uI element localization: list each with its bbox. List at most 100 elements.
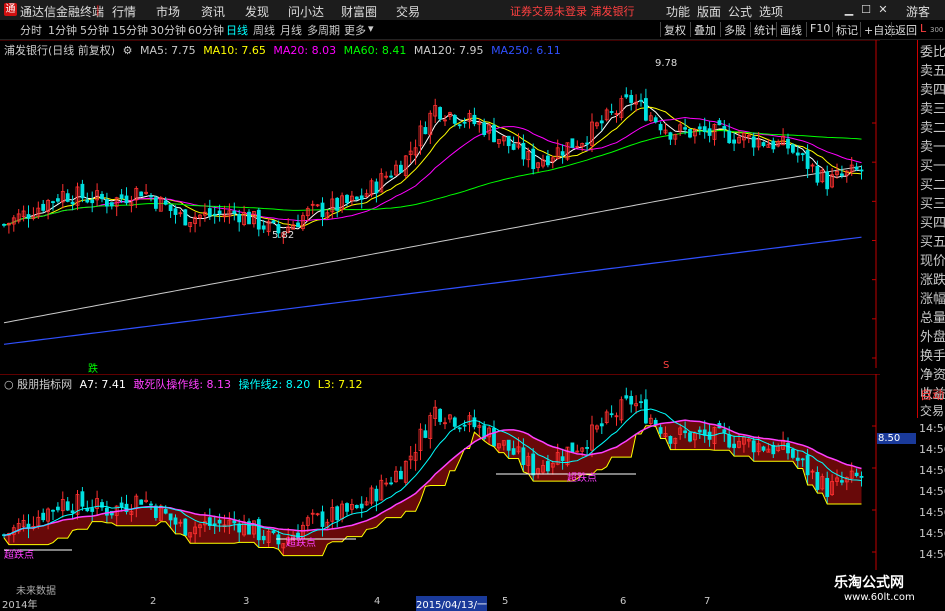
menu-item-zixun[interactable]: 资讯	[201, 3, 225, 20]
menu-item-wenxiaoda[interactable]: 问小达	[288, 3, 324, 20]
sub-candle-body	[423, 430, 428, 438]
circle-icon: ○	[4, 378, 14, 391]
menu-item-jiaoyi[interactable]: 交易	[396, 3, 420, 20]
menu-separator: |	[96, 3, 100, 16]
multi-stock-button[interactable]: 多股	[720, 22, 746, 37]
add-watchlist-button[interactable]: +自选	[860, 22, 895, 37]
date-axis-label: 3	[243, 596, 250, 607]
menu-item-shichang[interactable]: 市场	[156, 3, 180, 20]
ma20-label: MA20: 8.03	[273, 44, 337, 57]
tab-auto[interactable]: 自动	[920, 386, 944, 403]
main-kline-chart[interactable]: 9.008.007.006.005.004.003.00	[0, 40, 880, 368]
sub-candle-body	[800, 458, 805, 461]
sub-candle-body	[658, 427, 663, 434]
candle-body	[398, 164, 403, 173]
candle-body	[702, 126, 707, 133]
sub-candle-body	[168, 513, 173, 521]
sub-indicator-chart[interactable]: 9.008.007.006.00	[0, 374, 880, 596]
candle-body	[153, 197, 158, 209]
ma10-line	[3, 106, 862, 227]
mark-button[interactable]: 标记	[832, 22, 858, 37]
candle-body	[771, 140, 776, 150]
menu-item-xuanxiang[interactable]: 选项	[759, 3, 783, 20]
back-button[interactable]: 返回	[891, 22, 917, 37]
candle-body	[653, 117, 658, 123]
tab-1min[interactable]: 1分钟	[48, 22, 77, 38]
a7-label: A7: 7.41	[79, 378, 126, 391]
ma120-line	[3, 165, 862, 324]
tab-30min[interactable]: 30分钟	[150, 22, 186, 38]
ma20-line	[3, 116, 862, 226]
caozuoxian2-label: 操作线2: 8.20	[238, 378, 311, 391]
chaodie-label-1: 超跌点	[4, 550, 34, 561]
sub-candle-body	[546, 461, 550, 472]
sub-candle-body	[335, 506, 340, 521]
tab-more[interactable]: 更多	[344, 22, 366, 38]
candle-body	[207, 208, 212, 217]
candle-body	[840, 173, 844, 176]
chevron-down-icon[interactable]: ▾	[368, 22, 374, 35]
tab-monthly[interactable]: 月线	[280, 22, 302, 38]
sub-chart-header: ○ 殷朋指标网 A7: 7.41 敢死队操作线: 8.13 操作线2: 8.20…	[4, 376, 363, 392]
chaodie-label-3: 超跌点	[567, 473, 597, 484]
menu-item-hangqing[interactable]: 行情	[112, 3, 136, 20]
high-price-label: 9.78	[655, 58, 678, 69]
menu-item-gongshi[interactable]: 公式	[728, 3, 752, 20]
sub-candle-body	[751, 440, 756, 453]
watermark-url: www.60lt.com	[844, 592, 915, 603]
f10-button[interactable]: F10	[806, 22, 830, 37]
ma10-label: MA10: 7.65	[203, 44, 266, 57]
candle-body	[859, 169, 864, 172]
candle-body	[609, 111, 614, 113]
fuquan-button[interactable]: 复权	[660, 22, 686, 37]
sub-candle-body	[183, 518, 188, 536]
quote-field-8: 买三	[920, 197, 945, 212]
quote-field-14: 总量	[920, 311, 945, 326]
candle-body	[761, 142, 766, 147]
menu-item-gongneng[interactable]: 功能	[666, 3, 690, 20]
sub-candle-body	[609, 413, 614, 416]
minimize-icon[interactable]: ▁	[842, 3, 856, 17]
tab-multi-period[interactable]: 多周期	[307, 22, 340, 38]
tab-trade[interactable]: 交易	[920, 402, 944, 419]
ma60-line	[3, 129, 862, 226]
close-icon[interactable]: ✕	[876, 3, 890, 17]
candle-body	[560, 151, 565, 156]
tab-15min[interactable]: 15分钟	[112, 22, 148, 38]
overlay-button[interactable]: 叠加	[690, 22, 716, 37]
sub-candle-body	[212, 523, 217, 526]
ma5-label: MA5: 7.75	[139, 44, 196, 57]
menu-item-faxian[interactable]: 发现	[245, 3, 269, 20]
period-toolbar: 分时 1分钟 5分钟 15分钟 30分钟 60分钟 日线 周线 月线 多周期 更…	[0, 20, 945, 40]
ma120-label: MA120: 7.95	[413, 44, 484, 57]
sub-candle-body	[854, 472, 859, 477]
maximize-icon[interactable]: ☐	[859, 3, 873, 17]
quote-field-4: 卖二	[920, 121, 945, 136]
candle-body	[511, 143, 516, 150]
sub-candle-body	[727, 434, 732, 448]
draw-line-button[interactable]: 画线	[776, 22, 802, 37]
tab-fenshi[interactable]: 分时	[20, 22, 42, 38]
tab-daily[interactable]: 日线	[226, 22, 248, 38]
candle-body	[727, 130, 732, 144]
tab-weekly[interactable]: 周线	[253, 22, 275, 38]
tab-60min[interactable]: 60分钟	[188, 22, 224, 38]
sub-candle-body	[119, 502, 124, 508]
settings-gear-icon[interactable]: ⚙	[123, 44, 133, 57]
ma250-line	[3, 236, 862, 345]
menu-item-youke[interactable]: 游客	[906, 3, 930, 20]
watermark: 乐淘公式网 www.60lt.com	[800, 570, 945, 608]
date-axis-label: 6	[620, 596, 627, 607]
candle-body	[452, 115, 457, 124]
sub-candle-body	[521, 447, 526, 466]
tab-5min[interactable]: 5分钟	[80, 22, 109, 38]
candle-body	[697, 126, 702, 130]
tick-time: 14:56	[919, 464, 945, 477]
candle-body	[139, 191, 144, 197]
candle-body	[163, 200, 168, 205]
stats-button[interactable]: 统计	[750, 22, 776, 37]
candle-body	[825, 171, 830, 190]
menu-item-banmian[interactable]: 版面	[697, 3, 721, 20]
sub-candle-body	[163, 509, 168, 514]
menu-item-caifuquan[interactable]: 财富圈	[341, 3, 377, 20]
